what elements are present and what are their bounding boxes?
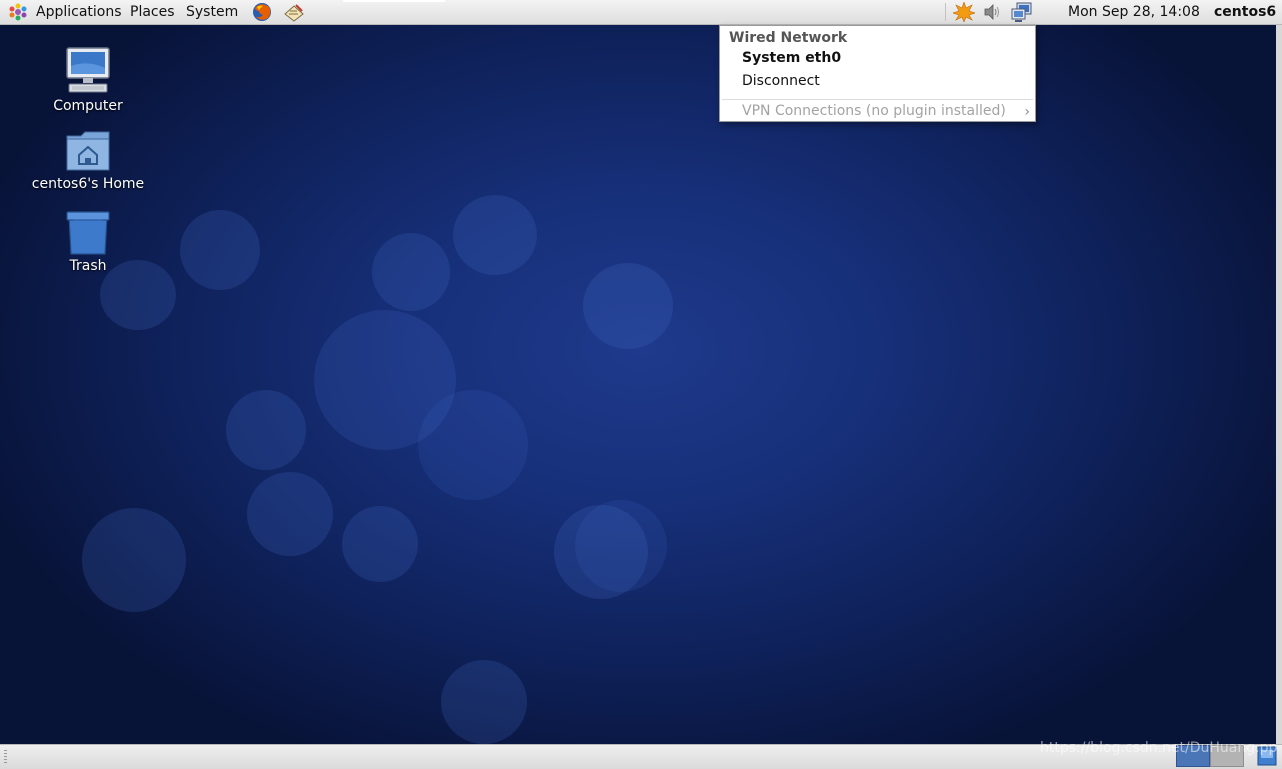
trash-icon xyxy=(66,211,110,255)
panel-grip[interactable] xyxy=(4,750,7,764)
system-menu[interactable]: System xyxy=(184,0,240,24)
connection-system-eth0[interactable]: System eth0 xyxy=(742,50,841,66)
volume-icon[interactable] xyxy=(981,2,1003,22)
home-folder-icon xyxy=(66,131,110,171)
panel-highlight xyxy=(343,0,445,2)
watermark-text: https://blog.csdn.net/DuHuang.pp xyxy=(1040,740,1278,756)
user-menu[interactable]: centos6 xyxy=(1214,0,1276,24)
clock[interactable]: Mon Sep 28, 14:08 xyxy=(1068,0,1200,24)
wired-network-header: Wired Network xyxy=(729,30,848,46)
desktop-icon-trash[interactable]: Trash xyxy=(28,210,148,274)
applications-menu[interactable]: Applications xyxy=(34,0,124,24)
places-menu[interactable]: Places xyxy=(128,0,177,24)
top-panel: Applications Places System Mon Sep 28, 1… xyxy=(0,0,1282,25)
menu-separator xyxy=(722,99,1033,100)
applications-icon[interactable] xyxy=(8,3,28,21)
update-notifier-icon[interactable] xyxy=(953,2,975,22)
desktop-background[interactable] xyxy=(0,25,1282,744)
vpn-connections-item: VPN Connections (no plugin installed) xyxy=(742,103,1006,119)
network-menu: Wired Network System eth0 Disconnect VPN… xyxy=(719,25,1036,122)
firefox-icon[interactable] xyxy=(251,2,273,22)
panel-separator xyxy=(945,3,946,21)
desktop-icon-home[interactable]: centos6's Home xyxy=(28,130,148,192)
submenu-arrow-icon: › xyxy=(1024,104,1030,120)
desktop-icon-label: Computer xyxy=(53,98,123,114)
desktop-icon-label: Trash xyxy=(69,258,107,274)
disconnect-item[interactable]: Disconnect xyxy=(742,73,820,89)
desktop-icon-label: centos6's Home xyxy=(31,176,145,192)
window-edge xyxy=(1276,25,1282,744)
network-icon[interactable] xyxy=(1011,2,1033,22)
desktop-icon-computer[interactable]: Computer xyxy=(28,46,148,114)
text-editor-icon[interactable] xyxy=(283,2,305,22)
computer-icon xyxy=(66,47,110,93)
